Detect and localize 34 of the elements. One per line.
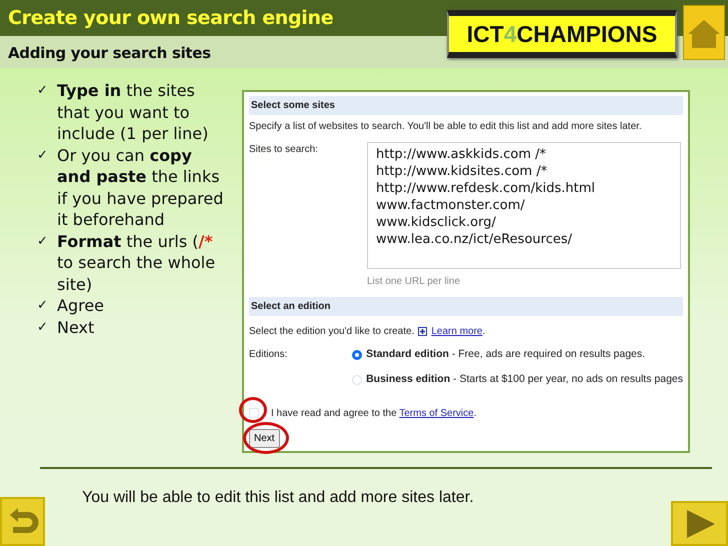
intro-text: Select the edition you'd like to create. (249, 325, 414, 339)
hint-text: List one URL per line (367, 275, 462, 289)
slide-subtitle: Adding your search sites (7, 43, 211, 64)
bullet-text: Type in the sites that you want to include (1 per line) (57, 80, 210, 144)
edition-option: Standard edition - Free, ads are required on results pages. (366, 347, 646, 363)
home-button[interactable] (683, 5, 725, 60)
footer-text: You will be able to edit this list and add more sites later. (82, 488, 475, 508)
logo: ICT4CHAMPIONS (447, 10, 677, 58)
intro-text: Specify a list of websites to search. You'll be able to edit this list and add more sites later. (249, 120, 643, 134)
next-button[interactable]: Next (249, 428, 280, 448)
bullet-text: Format the urls (/* to search the whole site) (57, 230, 216, 295)
check-mark: ✓ (37, 318, 49, 336)
radio-button[interactable] (352, 350, 362, 360)
check-mark: ✓ (37, 82, 49, 100)
plus-icon (418, 327, 428, 336)
section-header: Select an edition (249, 297, 683, 316)
section-header: Select some sites (249, 96, 683, 115)
check-mark: ✓ (37, 297, 49, 315)
check-mark: ✓ (37, 146, 49, 164)
slide-title: Create your own search engine (7, 6, 334, 31)
next-slide-button[interactable] (671, 501, 728, 546)
bullet-text: Agree (57, 295, 104, 316)
edition-option: Business edition - Starts at $100 per year, no ads on results pages (366, 372, 683, 388)
check-mark: ✓ (37, 232, 49, 250)
learn-more-link[interactable]: Learn more (431, 326, 482, 337)
field-label: Editions: (249, 348, 288, 362)
agree-text: I have read and agree to the Terms of Service. (271, 406, 476, 420)
agree-checkbox[interactable] (249, 408, 259, 418)
bullet-text: Next (57, 316, 94, 338)
sites-field[interactable]: http://www.askkids.com /* http://www.kidsites.com /* http://www.refdesk.com/kids.html www.factmonster.com/ www.kidsclick.org/ www.lea.co.nz/ict/eResources/ (367, 142, 681, 269)
punctuation: . (482, 326, 486, 337)
back-button[interactable] (0, 497, 45, 546)
field-label: Sites to search: (249, 143, 319, 157)
terms-link[interactable]: Terms of Service (399, 408, 474, 418)
